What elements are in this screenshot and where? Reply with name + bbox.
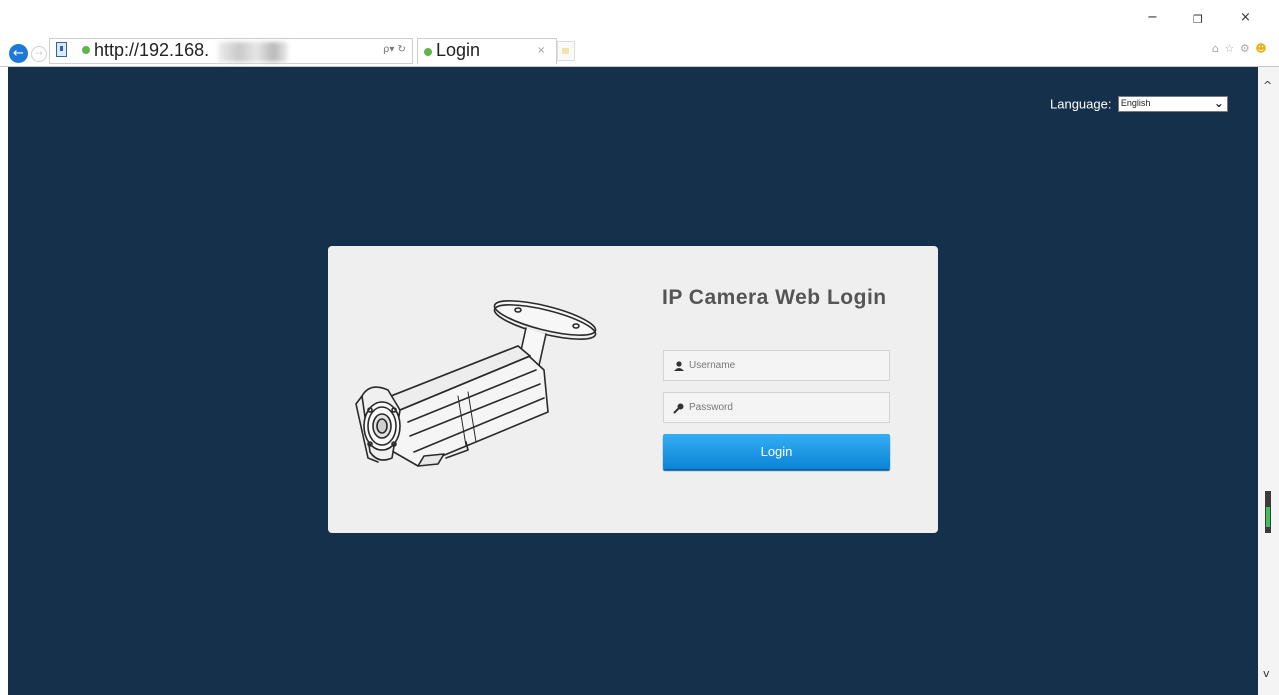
tab-close-icon[interactable]: × [537, 45, 545, 56]
tab-title[interactable]: Login [436, 40, 480, 61]
favorites-star-icon[interactable]: ☆ [1224, 42, 1235, 55]
camera-illustration [355, 300, 597, 467]
address-bar[interactable]: http://192.168. ρ▾ ↻ [49, 38, 413, 64]
scroll-up-arrow-icon[interactable]: ^ [1263, 79, 1272, 92]
feedback-smiley-icon[interactable]: ☻ [1255, 42, 1267, 55]
scroll-thumb[interactable] [1265, 491, 1271, 533]
home-icon[interactable]: ⌂ [1212, 42, 1220, 55]
back-button[interactable]: ← [9, 44, 28, 63]
login-button[interactable]: Login [663, 434, 890, 469]
browser-chrome: − ❐ × ← → http://192.168. ρ▾ ↻ Login × ⌂… [0, 0, 1279, 67]
url-text[interactable]: http://192.168. [94, 40, 209, 61]
compatibility-shield-icon[interactable] [56, 42, 67, 57]
language-label: Language: [1050, 96, 1112, 112]
tab-favicon-icon [424, 48, 432, 56]
scroll-down-arrow-icon[interactable]: v [1263, 667, 1270, 680]
tab-login[interactable]: Login × [417, 38, 557, 64]
chevron-down-icon[interactable]: ⌄ [1214, 96, 1224, 110]
new-tab-button[interactable] [557, 41, 575, 61]
url-redacted-blur [218, 42, 288, 62]
username-field[interactable] [663, 350, 890, 381]
page-globe-icon [82, 46, 90, 54]
vertical-scrollbar[interactable]: ^ v [1258, 67, 1279, 695]
login-panel: IP Camera Web Login Login [328, 246, 938, 533]
forward-button[interactable]: → [31, 46, 47, 62]
search-refresh-icons[interactable]: ρ▾ ↻ [383, 44, 406, 55]
login-title: IP Camera Web Login [662, 286, 887, 309]
browser-toolbar-icons: ⌂ ☆ ⚙ ☻ [1212, 42, 1268, 55]
user-icon [674, 361, 684, 371]
minimize-button[interactable]: − [1147, 10, 1158, 25]
settings-gear-icon[interactable]: ⚙ [1240, 42, 1251, 55]
username-input[interactable] [689, 351, 884, 380]
page-content: Language: English ⌄ IP Camera Web Login … [8, 67, 1258, 695]
language-select[interactable]: English ⌄ [1117, 95, 1228, 112]
language-select-value[interactable]: English [1121, 98, 1151, 108]
password-input[interactable] [689, 393, 884, 422]
close-window-button[interactable]: × [1240, 10, 1251, 25]
maximize-button[interactable]: ❐ [1193, 13, 1203, 26]
key-icon [673, 403, 684, 414]
language-selector: Language: English ⌄ [1050, 95, 1228, 113]
password-field[interactable] [663, 392, 890, 423]
